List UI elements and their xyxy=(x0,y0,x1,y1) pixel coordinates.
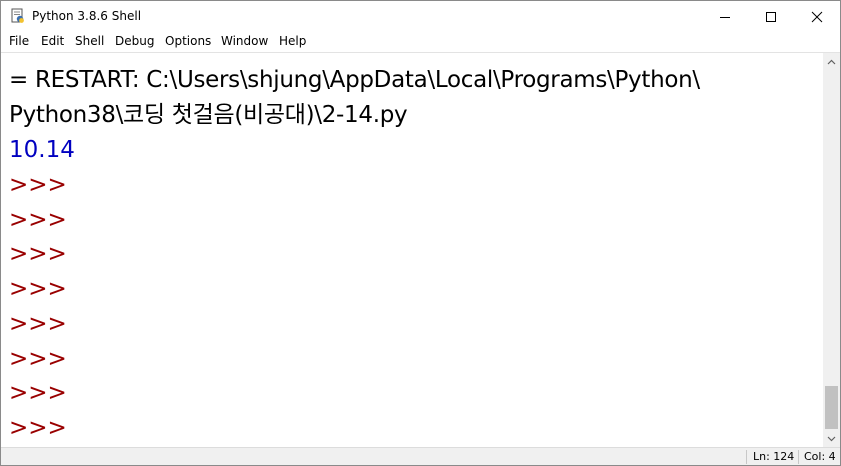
status-separator xyxy=(746,450,747,464)
menu-help[interactable]: Help xyxy=(279,34,306,48)
status-line-number: Ln: 124 xyxy=(753,450,795,463)
maximize-button[interactable] xyxy=(748,1,794,32)
maximize-icon xyxy=(766,11,776,22)
menu-options[interactable]: Options xyxy=(165,34,211,48)
menu-edit[interactable]: Edit xyxy=(41,34,64,48)
shell-prompt: >>> xyxy=(9,172,67,198)
scroll-down-button[interactable] xyxy=(823,430,840,447)
script-path-line: Python38\코딩 첫걸음(비공대)\2-14.py xyxy=(9,102,408,128)
close-icon xyxy=(811,11,823,22)
close-button[interactable] xyxy=(794,1,840,32)
idle-python-icon xyxy=(10,8,26,24)
vertical-scrollbar[interactable] xyxy=(823,53,840,447)
program-output: 10.14 xyxy=(9,137,75,163)
scroll-thumb[interactable] xyxy=(825,386,838,429)
status-separator xyxy=(798,450,799,464)
menu-debug[interactable]: Debug xyxy=(115,34,154,48)
shell-prompt: >>> xyxy=(9,345,67,372)
shell-prompt: >>> xyxy=(9,241,67,268)
status-bar: Ln: 124 Col: 4 xyxy=(1,447,840,465)
title-bar[interactable]: Python 3.8.6 Shell xyxy=(1,1,840,32)
shell-prompt: >>> xyxy=(9,380,67,407)
menu-window[interactable]: Window xyxy=(221,34,268,48)
minimize-icon xyxy=(720,16,730,18)
status-column-number: Col: 4 xyxy=(804,450,836,463)
shell-prompt: >>> xyxy=(9,414,67,441)
shell-prompt: >>> xyxy=(9,310,67,337)
menu-file[interactable]: File xyxy=(9,34,29,48)
window-title: Python 3.8.6 Shell xyxy=(32,9,142,23)
chevron-down-icon xyxy=(827,436,836,441)
idle-shell-window: Python 3.8.6 Shell File Edit Shell Debug… xyxy=(0,0,841,466)
menu-shell[interactable]: Shell xyxy=(75,34,104,48)
menu-bar: File Edit Shell Debug Options Window Hel… xyxy=(1,32,840,53)
shell-prompt: >>> xyxy=(9,276,67,303)
scroll-up-button[interactable] xyxy=(823,53,840,70)
chevron-up-icon xyxy=(827,59,836,64)
restart-line: = RESTART: C:\Users\shjung\AppData\Local… xyxy=(9,67,700,93)
minimize-button[interactable] xyxy=(702,1,748,32)
shell-prompt: >>> xyxy=(9,206,67,233)
shell-text-area[interactable]: = RESTART: C:\Users\shjung\AppData\Local… xyxy=(1,53,823,447)
